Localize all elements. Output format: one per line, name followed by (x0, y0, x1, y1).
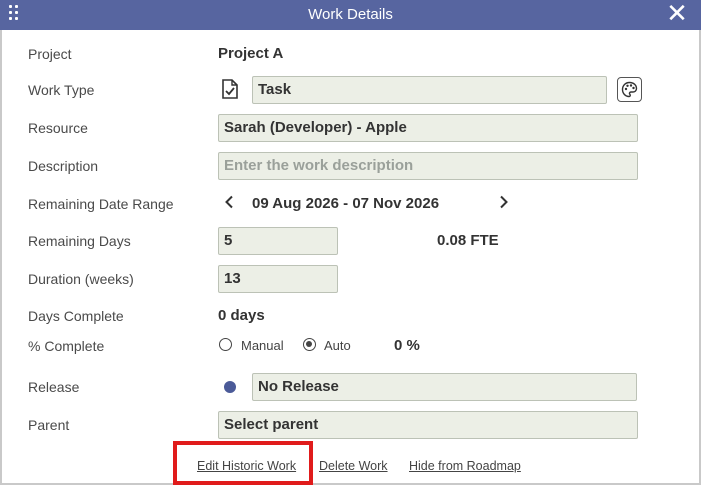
release-label: Release (28, 379, 80, 395)
resource-select[interactable]: Sarah (Developer) - Apple (218, 114, 638, 142)
manual-radio-label[interactable]: Manual (241, 338, 284, 353)
description-label: Description (28, 158, 99, 174)
days-complete-label: Days Complete (28, 308, 124, 324)
release-select[interactable]: No Release (252, 373, 637, 401)
dialog-title: Work Details (308, 6, 393, 23)
pct-complete-label: % Complete (28, 338, 105, 354)
palette-button[interactable] (617, 77, 642, 102)
fte-value: 0.08 FTE (437, 232, 499, 249)
parent-select[interactable]: Select parent (218, 411, 638, 439)
chevron-right-icon[interactable] (499, 195, 509, 209)
description-input[interactable]: Enter the work description (218, 152, 638, 180)
duration-input[interactable]: 13 (218, 265, 338, 293)
project-label: Project (28, 46, 72, 62)
remaining-days-label: Remaining Days (28, 233, 131, 249)
parent-label: Parent (28, 417, 70, 433)
release-color-dot (224, 381, 236, 393)
hide-from-roadmap-link[interactable]: Hide from Roadmap (409, 459, 521, 473)
auto-radio[interactable] (303, 338, 316, 351)
duration-label: Duration (weeks) (28, 271, 134, 287)
drag-grip-icon[interactable] (9, 5, 23, 23)
date-range-label: Remaining Date Range (28, 196, 174, 212)
work-type-select[interactable]: Task (252, 76, 607, 104)
project-value: Project A (218, 45, 284, 62)
resource-label: Resource (28, 120, 88, 136)
delete-work-link[interactable]: Delete Work (319, 459, 388, 473)
close-icon[interactable]: ✕ (664, 0, 690, 26)
task-document-icon (222, 79, 238, 99)
highlight-box (173, 441, 313, 485)
chevron-left-icon[interactable] (224, 195, 234, 209)
days-complete-value: 0 days (218, 307, 265, 324)
dialog-titlebar[interactable]: Work Details ✕ (0, 0, 701, 30)
manual-radio[interactable] (219, 338, 232, 351)
auto-radio-label[interactable]: Auto (324, 338, 351, 353)
pct-complete-value: 0 % (394, 337, 420, 354)
remaining-days-input[interactable]: 5 (218, 227, 338, 255)
palette-icon (621, 81, 638, 98)
work-type-label: Work Type (28, 82, 95, 98)
date-range-value: 09 Aug 2026 - 07 Nov 2026 (252, 195, 440, 212)
